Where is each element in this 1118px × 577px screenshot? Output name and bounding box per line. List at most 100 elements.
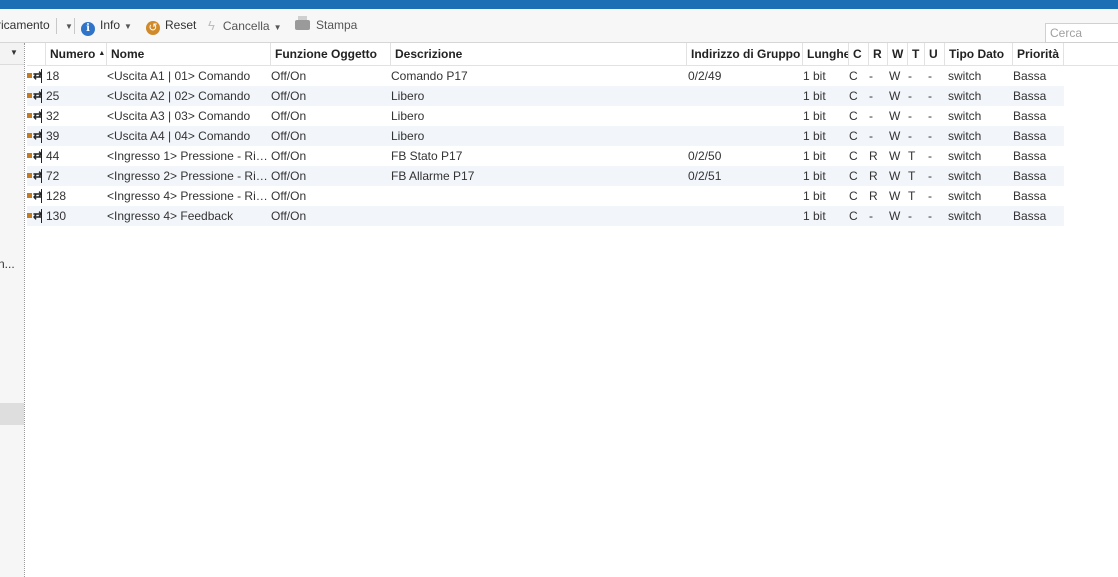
cell-w: W xyxy=(889,129,901,143)
cell-descrizione: FB Allarme P17 xyxy=(391,169,475,183)
table-row[interactable]: ⇄ 39 <Uscita A4 | 04> Comando Off/On Libero 1… xyxy=(27,126,1064,146)
info-label: Info xyxy=(100,18,121,32)
cell-nome: <Ingresso 4> Feedback xyxy=(107,209,234,223)
table-row[interactable]: ⇄ 128 <Ingresso 4> Pressione - Rilas... Off… xyxy=(27,186,1064,206)
cell-descrizione: Libero xyxy=(391,89,425,103)
cell-w: W xyxy=(889,69,901,83)
header-funzione-oggetto[interactable]: Funzione Oggetto xyxy=(271,43,391,65)
header-tipo-dato[interactable]: Tipo Dato xyxy=(945,43,1013,65)
cell-lunghezza: 1 bit xyxy=(803,169,826,183)
cell-descrizione: Comando P17 xyxy=(391,69,468,83)
table-row[interactable]: ⇄ 32 <Uscita A3 | 03> Comando Off/On Libero 1… xyxy=(27,106,1064,126)
caricamento-dropdown[interactable]: ▼ xyxy=(61,9,73,42)
cell-lunghezza: 1 bit xyxy=(803,209,826,223)
cell-priorita: Bassa xyxy=(1013,69,1047,83)
cell-r: - xyxy=(869,69,873,83)
header-r[interactable]: R xyxy=(869,43,888,65)
cell-priorita: Bassa xyxy=(1013,209,1047,223)
cell-lunghezza: 1 bit xyxy=(803,89,826,103)
cell-w: W xyxy=(889,89,901,103)
cell-funzione-oggetto: Off/On xyxy=(271,69,307,83)
cell-tipo-dato: switch xyxy=(948,209,982,223)
header-w[interactable]: W xyxy=(888,43,908,65)
cell-funzione-oggetto: Off/On xyxy=(271,189,307,203)
caricamento-label: ricamento xyxy=(0,18,50,32)
group-object-icon: ⇄ xyxy=(27,189,43,203)
cell-nome: <Uscita A1 | 01> Comando xyxy=(107,69,251,83)
table-row[interactable]: ⇄ 72 <Ingresso 2> Pressione - Rilas... Off/… xyxy=(27,166,1064,186)
header-descrizione[interactable]: Descrizione xyxy=(391,43,687,65)
left-panel-selected-item[interactable] xyxy=(0,403,24,425)
cell-lunghezza: 1 bit xyxy=(803,109,826,123)
cell-tipo-dato: switch xyxy=(948,169,982,183)
header-indirizzo-di-gruppo[interactable]: Indirizzo di Gruppo xyxy=(687,43,803,65)
printer-icon xyxy=(295,16,310,30)
cell-numero: 25 xyxy=(46,89,60,103)
cell-w: W xyxy=(889,189,901,203)
cell-r: - xyxy=(869,109,873,123)
cell-r: R xyxy=(869,169,878,183)
table-header: Numero ▲ Nome Funzione Oggetto Descrizion… xyxy=(27,43,1118,66)
reset-icon: ↺ xyxy=(146,21,160,35)
cell-lunghezza: 1 bit xyxy=(803,189,826,203)
cell-u: - xyxy=(928,109,932,123)
left-panel-header[interactable]: ▼ xyxy=(0,43,24,65)
cell-indirizzo-di-gruppo xyxy=(688,126,800,146)
caricamento-button[interactable]: ricamento xyxy=(0,9,50,42)
cell-c: C xyxy=(849,169,858,183)
cell-t: T xyxy=(908,149,916,163)
cell-u: - xyxy=(928,129,932,143)
chevron-down-icon: ▼ xyxy=(124,22,132,31)
cell-c: C xyxy=(849,209,858,223)
table-row[interactable]: ⇄ 130 <Ingresso 4> Feedback Off/On 1 bit C - W -… xyxy=(27,206,1064,226)
cell-indirizzo-di-gruppo xyxy=(688,206,800,226)
table-row[interactable]: ⇄ 44 <Ingresso 1> Pressione - Rilas... Off/… xyxy=(27,146,1064,166)
cell-numero: 44 xyxy=(46,149,60,163)
cell-tipo-dato: switch xyxy=(948,89,982,103)
cell-t: T xyxy=(908,189,916,203)
cancella-label: Cancella xyxy=(222,19,270,33)
header-u[interactable]: U xyxy=(925,43,945,65)
sort-ascending-icon: ▲ xyxy=(98,50,106,57)
cell-numero: 128 xyxy=(46,189,67,203)
cell-numero: 39 xyxy=(46,129,60,143)
group-object-icon: ⇄ xyxy=(27,209,43,223)
group-object-icon: ⇄ xyxy=(27,149,43,163)
stampa-button[interactable]: Stampa xyxy=(295,9,357,42)
header-nome[interactable]: Nome xyxy=(107,43,271,65)
reset-button[interactable]: ↺ Reset xyxy=(146,9,196,42)
header-t[interactable]: T xyxy=(908,43,925,65)
header-lunghezza[interactable]: Lunghe xyxy=(803,43,849,65)
cell-priorita: Bassa xyxy=(1013,109,1047,123)
cell-t: - xyxy=(908,89,912,103)
table-row[interactable]: ⇄ 25 <Uscita A2 | 02> Comando Off/On Libero 1… xyxy=(27,86,1064,106)
cancella-button[interactable]: ϟ Cancella ▼ xyxy=(208,9,282,42)
cell-w: W xyxy=(889,209,901,223)
cell-t: T xyxy=(908,169,916,183)
cell-funzione-oggetto: Off/On xyxy=(271,89,307,103)
left-panel-item[interactable]: n... xyxy=(0,257,15,271)
group-object-icon: ⇄ xyxy=(27,129,43,143)
cell-priorita: Bassa xyxy=(1013,89,1047,103)
cell-t: - xyxy=(908,109,912,123)
cell-c: C xyxy=(849,129,858,143)
cell-indirizzo-di-gruppo xyxy=(688,186,800,206)
chevron-down-icon: ▼ xyxy=(10,48,18,57)
info-icon: i xyxy=(81,22,95,36)
cell-c: C xyxy=(849,89,858,103)
info-button[interactable]: i Info ▼ xyxy=(81,9,132,42)
header-priorita[interactable]: Priorità xyxy=(1013,43,1064,65)
header-numero[interactable]: Numero ▲ xyxy=(46,43,107,65)
search-input[interactable] xyxy=(1045,23,1118,43)
cell-priorita: Bassa xyxy=(1013,189,1047,203)
group-objects-table: Numero ▲ Nome Funzione Oggetto Descrizion… xyxy=(27,43,1118,577)
window-title-bar xyxy=(0,0,1118,9)
cell-descrizione: FB Stato P17 xyxy=(391,149,463,163)
cell-priorita: Bassa xyxy=(1013,149,1047,163)
cell-c: C xyxy=(849,189,858,203)
header-c[interactable]: C xyxy=(849,43,869,65)
table-row[interactable]: ⇄ 18 <Uscita A1 | 01> Comando Off/On Comando… xyxy=(27,66,1064,86)
cell-numero: 72 xyxy=(46,169,60,183)
cell-lunghezza: 1 bit xyxy=(803,149,826,163)
cell-funzione-oggetto: Off/On xyxy=(271,109,307,123)
